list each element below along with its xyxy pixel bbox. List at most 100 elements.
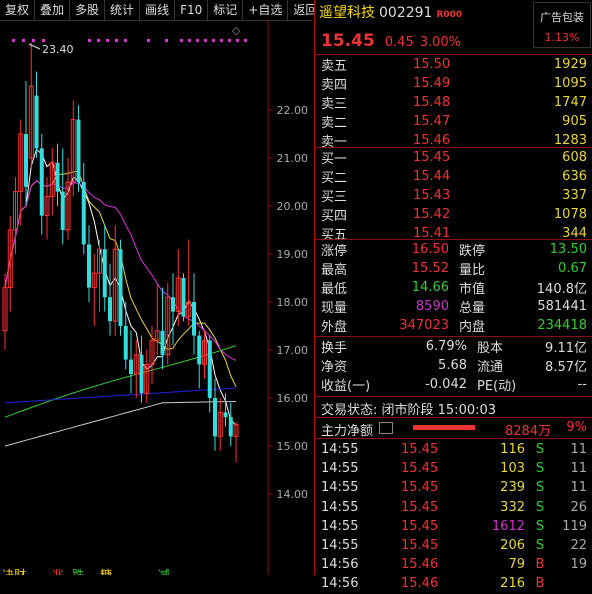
sector-box[interactable]: 广告包装 1.13% <box>533 2 591 48</box>
candle-body <box>223 412 228 418</box>
y-tick-label: 15.00 <box>277 440 309 453</box>
stats-table-2: 换手 6.79% 股本 9.11亿 净资 5.68 流通 8.57亿 收益(一) -0.042… <box>315 337 592 394</box>
y-tick-label: 16.00 <box>277 392 309 405</box>
buy-orders: 买一 15.45 608 买二 15.44 636 买三 15.43 337 买四 15.42… <box>315 148 592 243</box>
price-bar: 15.45 0.45 3.00% <box>321 31 467 51</box>
tick-row: 14:55 15.45 116 S 11 <box>321 442 587 458</box>
tick-row: 14:56 15.46 79 B 19 <box>321 557 587 573</box>
dot-marker <box>42 39 45 42</box>
sell-orders: 卖五 15.50 1929 卖四 15.49 1095 卖三 15.48 1747 卖二 15… <box>315 55 592 150</box>
toolbar-multi-stock[interactable]: 多股 <box>70 0 106 20</box>
order-row-buy1: 买一 15.45 608 <box>321 150 587 167</box>
candle-body <box>60 191 65 230</box>
flow-pct: 9% <box>566 420 587 435</box>
main-net-flow[interactable]: 主力净额 8284万 9% <box>315 418 592 439</box>
dot-marker <box>212 39 215 42</box>
candle-body <box>24 134 28 187</box>
event-mark: 兆 <box>52 568 64 575</box>
candle-body <box>181 278 186 317</box>
y-tick-label: 14.00 <box>277 488 309 501</box>
stats-table-1: 涨停 16.50 跌停 13.50 最高 15.52 量比 0.67 最低 14.66 市值 14… <box>315 240 592 335</box>
stats-row: 涨停 16.50 跌停 13.50 <box>321 242 587 259</box>
ma250-line <box>4 401 237 447</box>
stats-row: 最高 15.52 量比 0.67 <box>321 261 587 278</box>
order-row-buy3: 买三 15.43 337 <box>321 188 587 205</box>
stock-header: 遥望科技 002291 R000 <box>319 2 462 22</box>
toolbar-draw-line[interactable]: 画线 <box>140 0 176 20</box>
toolbar-mark[interactable]: 标记 <box>208 0 244 20</box>
y-tick-label: 20.00 <box>277 200 309 213</box>
order-row-sell3: 卖三 15.48 1747 <box>321 95 587 112</box>
dot-marker <box>22 39 25 42</box>
dot-marker <box>236 39 239 42</box>
tick-row: 14:56 15.46 216 B <box>321 576 545 592</box>
candle-body <box>197 335 202 365</box>
stats-row: 净资 5.68 流通 8.57亿 <box>321 358 587 375</box>
toolbar-add-watchlist[interactable]: +自选 <box>243 0 289 20</box>
order-row-sell4: 卖四 15.49 1095 <box>321 76 587 93</box>
high-price-label: 23.40 <box>42 43 74 56</box>
flow-label: 主力净额 <box>321 424 374 439</box>
ma120-line <box>4 387 237 404</box>
tick-row: 14:55 15.45 103 S 11 <box>321 461 587 477</box>
dot-marker <box>106 39 109 42</box>
divider <box>315 396 592 397</box>
stock-code: 002291 <box>379 5 433 21</box>
dot-marker <box>220 39 223 42</box>
order-row-sell2: 卖二 15.47 905 <box>321 114 587 131</box>
order-row-buy4: 买四 15.42 1078 <box>321 207 587 224</box>
candle-body <box>108 297 112 322</box>
candle-body <box>171 297 175 312</box>
tick-row: 14:55 15.45 1612 S 119 <box>321 518 587 534</box>
event-mark: 跌 <box>72 567 84 575</box>
dot-marker <box>32 39 35 42</box>
candle-body <box>129 359 133 374</box>
toolbar-f10[interactable]: F10 <box>175 0 209 20</box>
flow-bar <box>413 425 475 430</box>
dot-marker <box>97 39 100 42</box>
dot-marker <box>180 39 183 42</box>
tick-row: 14:55 15.45 206 S 22 <box>321 538 587 554</box>
trade-status: 交易状态: 闭市阶段 15:00:03 <box>321 403 497 418</box>
dot-marker <box>88 39 91 42</box>
y-tick-label: 21.00 <box>277 152 309 165</box>
tick-row: 14:55 15.45 332 S 26 <box>321 499 587 515</box>
stats-row: 现量 8590 总量 581441 <box>321 299 587 316</box>
stats-row: 最低 14.66 市值 140.8亿 <box>321 280 587 297</box>
candle-body <box>81 182 86 245</box>
candle-body <box>228 417 233 437</box>
ma60-line <box>4 345 237 418</box>
dot-marker <box>124 39 127 42</box>
chart-toggle-icon[interactable] <box>379 422 393 434</box>
candle-body <box>139 354 144 394</box>
candle-body <box>213 398 217 437</box>
candle-body <box>102 249 107 298</box>
candle-body <box>34 95 39 149</box>
dot-marker <box>115 39 118 42</box>
candle-body <box>207 340 212 398</box>
y-tick-label: 22.00 <box>277 104 309 117</box>
dot-marker <box>165 39 168 42</box>
candle-body <box>87 244 91 288</box>
sector-pct: 1.13% <box>544 31 580 44</box>
toolbar-overlay[interactable]: 叠加 <box>35 0 71 20</box>
dot-marker <box>228 39 231 42</box>
event-mark: 决财 <box>2 568 26 575</box>
toolbar-restore-rights[interactable]: 复权 <box>0 0 36 20</box>
order-row-buy2: 买二 15.44 636 <box>321 169 587 186</box>
candle-body <box>76 119 81 182</box>
tick-row: 14:55 15.45 239 S 11 <box>321 480 587 496</box>
event-mark: 糖 <box>100 567 112 575</box>
toolbar: 复权 叠加 多股 统计 画线 F10 标记 +自选 返回 <box>0 0 324 21</box>
dot-marker <box>204 39 207 42</box>
y-tick-label: 18.00 <box>277 296 309 309</box>
candle-body <box>123 326 128 360</box>
kline-chart[interactable]: 22.00 21.00 20.00 19.00 18.00 17.00 16.00 15.00… <box>0 20 312 575</box>
stock-name[interactable]: 遥望科技 <box>319 5 375 21</box>
candle-body <box>39 148 44 216</box>
dot-marker <box>188 39 191 42</box>
dot-marker <box>244 39 247 42</box>
toolbar-statistics[interactable]: 统计 <box>105 0 141 20</box>
sector-label: 广告包装 <box>540 11 584 24</box>
stats-row: 收益(一) -0.042 PE(动) -- <box>321 377 587 394</box>
